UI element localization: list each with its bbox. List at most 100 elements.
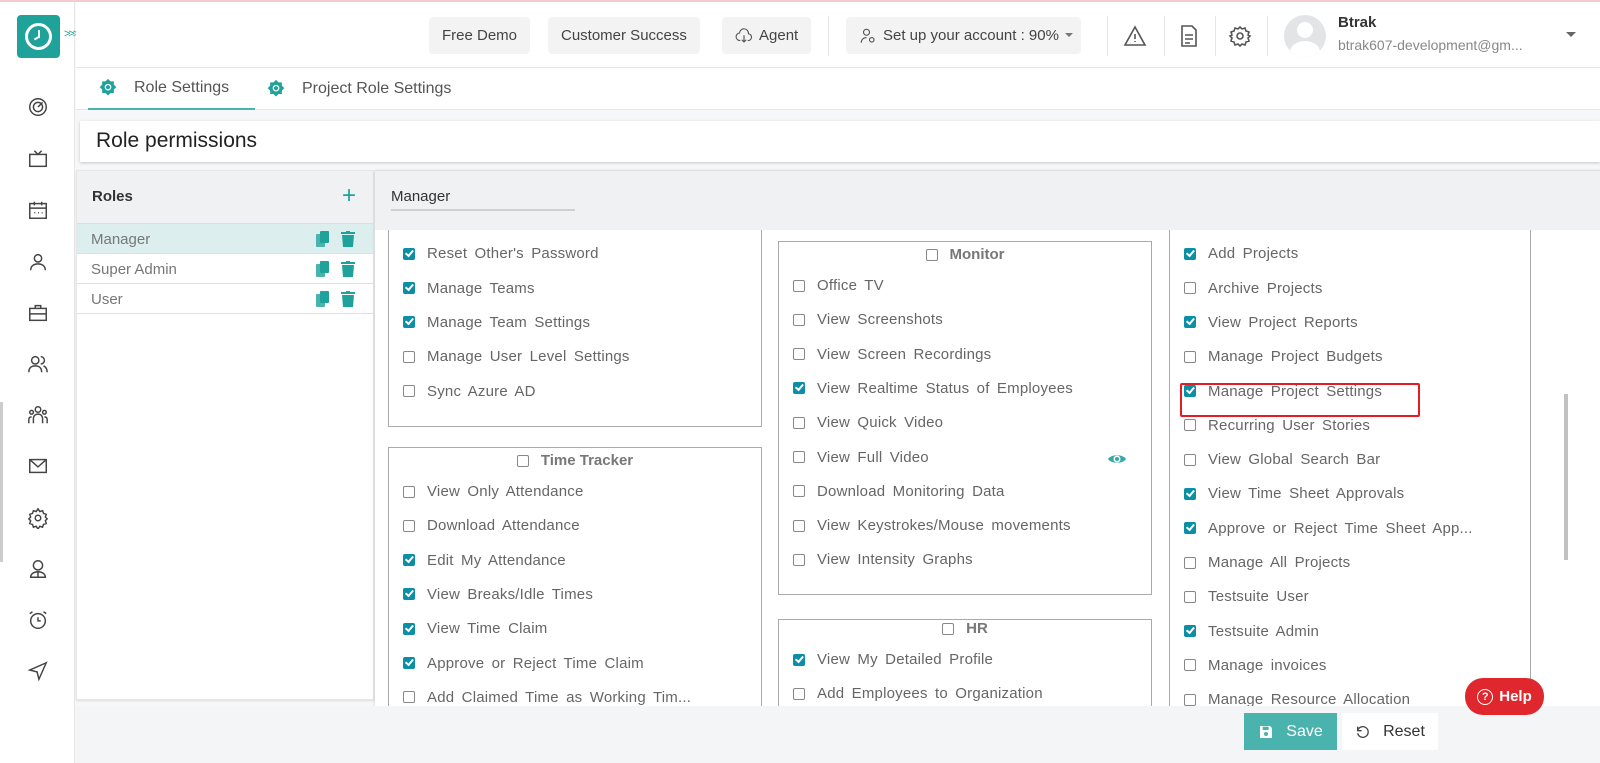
nav-dashboard-icon[interactable] — [24, 93, 52, 121]
permission-checkbox[interactable] — [1184, 316, 1196, 329]
permission-item[interactable]: Add Claimed Time as Working Tim... — [403, 689, 691, 706]
permission-checkbox[interactable] — [403, 657, 415, 669]
permission-item[interactable]: View Breaks/Idle Times — [403, 586, 593, 603]
group-header[interactable]: Monitor — [779, 246, 1151, 263]
nav-user-icon[interactable] — [24, 248, 52, 276]
permission-checkbox[interactable] — [793, 485, 805, 498]
permission-item[interactable]: Sync Azure AD — [403, 383, 536, 400]
save-button[interactable]: Save — [1244, 713, 1337, 750]
permission-item[interactable]: Add Employees to Organization — [793, 685, 1043, 702]
permission-checkbox[interactable] — [1184, 522, 1196, 535]
permission-checkbox[interactable] — [1184, 385, 1196, 397]
nav-calendar-icon[interactable] — [24, 196, 52, 224]
permission-checkbox[interactable] — [793, 279, 805, 292]
group-checkbox[interactable] — [516, 454, 529, 467]
delete-icon[interactable] — [341, 291, 355, 307]
permission-item[interactable]: Manage Resource Allocation — [1184, 691, 1410, 706]
permission-checkbox[interactable] — [403, 485, 415, 498]
permission-checkbox[interactable] — [403, 519, 415, 532]
delete-icon[interactable] — [341, 231, 355, 247]
permission-item[interactable]: Download Attendance — [403, 517, 580, 534]
permission-item[interactable]: View Time Sheet Approvals — [1184, 485, 1404, 502]
permission-item[interactable]: Manage invoices — [1184, 657, 1327, 674]
permission-item[interactable]: Manage Team Settings — [403, 314, 590, 331]
tab-role-settings[interactable]: Role Settings — [88, 68, 255, 110]
permission-checkbox[interactable] — [793, 653, 805, 666]
permission-checkbox[interactable] — [403, 691, 415, 704]
permission-item[interactable]: Manage Project Settings — [1184, 383, 1382, 400]
permission-checkbox[interactable] — [1184, 659, 1196, 672]
permission-item[interactable]: Edit My Attendance — [403, 552, 566, 569]
permission-item[interactable]: View Intensity Graphs — [793, 551, 973, 568]
permission-checkbox[interactable] — [1184, 693, 1196, 706]
nav-mail-icon[interactable] — [24, 452, 52, 480]
permission-checkbox[interactable] — [793, 687, 805, 700]
settings-icon[interactable] — [1228, 24, 1254, 50]
nav-alarm-icon[interactable] — [24, 606, 52, 634]
nav-settings-icon[interactable] — [24, 504, 52, 532]
permission-item[interactable]: Download Monitoring Data — [793, 483, 1005, 500]
permission-item[interactable]: Approve or Reject Time Claim — [403, 655, 644, 672]
permission-checkbox[interactable] — [793, 313, 805, 326]
permission-checkbox[interactable] — [403, 385, 415, 397]
permission-item[interactable]: Manage All Projects — [1184, 554, 1350, 571]
permission-checkbox[interactable] — [403, 588, 415, 601]
app-logo[interactable] — [17, 15, 60, 58]
permission-item[interactable]: Manage User Level Settings — [403, 348, 630, 365]
permission-item[interactable]: Office TV — [793, 277, 884, 294]
permission-checkbox[interactable] — [793, 553, 805, 566]
permission-item[interactable]: Manage Teams — [403, 280, 535, 297]
nav-profile-icon[interactable] — [24, 555, 52, 583]
permission-item[interactable]: View My Detailed Profile — [793, 651, 993, 668]
group-checkbox[interactable] — [925, 248, 938, 261]
permission-item[interactable]: View Screenshots — [793, 311, 943, 328]
permission-item[interactable]: View Quick Video — [793, 414, 943, 431]
permission-item[interactable]: View Project Reports — [1184, 314, 1358, 331]
role-row[interactable]: Manager — [77, 224, 373, 254]
permission-checkbox[interactable] — [403, 247, 415, 260]
nav-send-icon[interactable] — [24, 657, 52, 685]
alert-icon[interactable] — [1123, 24, 1149, 50]
permission-item[interactable]: Manage Project Budgets — [1184, 348, 1383, 365]
permission-checkbox[interactable] — [403, 554, 415, 567]
permission-item[interactable]: View Only Attendance — [403, 483, 583, 500]
permission-checkbox[interactable] — [793, 451, 805, 463]
permission-item[interactable]: View Full Video — [793, 449, 929, 466]
permission-checkbox[interactable] — [1184, 625, 1196, 638]
user-avatar[interactable] — [1284, 15, 1326, 57]
permission-item[interactable]: View Time Claim — [403, 620, 547, 637]
permission-checkbox[interactable] — [1184, 282, 1196, 295]
tab-project-role-settings[interactable]: Project Role Settings — [256, 68, 461, 110]
permission-checkbox[interactable] — [403, 622, 415, 635]
permission-checkbox[interactable] — [793, 382, 805, 395]
permission-item[interactable]: Testsuite Admin — [1184, 623, 1319, 640]
group-header[interactable]: HR — [779, 620, 1151, 637]
nav-briefcase-icon[interactable] — [24, 299, 52, 327]
copy-icon[interactable] — [316, 261, 330, 277]
permissions-scrollbar[interactable] — [1564, 394, 1568, 560]
permission-checkbox[interactable] — [1184, 419, 1196, 432]
permission-item[interactable]: View Realtime Status of Employees — [793, 380, 1073, 397]
help-button[interactable]: ? Help — [1465, 678, 1544, 715]
permission-checkbox[interactable] — [793, 416, 805, 429]
add-role-button[interactable]: + — [342, 182, 356, 210]
permission-checkbox[interactable] — [1184, 247, 1196, 260]
permission-item[interactable]: Reset Other's Password — [403, 245, 599, 262]
rail-scrollbar[interactable] — [0, 402, 3, 562]
user-menu-chevron-icon[interactable] — [1566, 32, 1576, 37]
permission-checkbox[interactable] — [1184, 556, 1196, 569]
permission-checkbox[interactable] — [403, 316, 415, 329]
nav-team-icon[interactable] — [24, 401, 52, 429]
nav-users-icon[interactable] — [24, 350, 52, 378]
group-header[interactable]: Time Tracker — [389, 452, 761, 469]
permission-checkbox[interactable] — [1184, 590, 1196, 603]
permission-item[interactable]: Testsuite User — [1184, 588, 1309, 605]
role-name-input[interactable] — [391, 183, 575, 211]
group-checkbox[interactable] — [942, 622, 955, 635]
eye-icon[interactable] — [1107, 452, 1127, 466]
delete-icon[interactable] — [341, 261, 355, 277]
permission-checkbox[interactable] — [1184, 350, 1196, 363]
permission-checkbox[interactable] — [793, 348, 805, 361]
permission-checkbox[interactable] — [403, 282, 415, 295]
permission-checkbox[interactable] — [403, 350, 415, 363]
